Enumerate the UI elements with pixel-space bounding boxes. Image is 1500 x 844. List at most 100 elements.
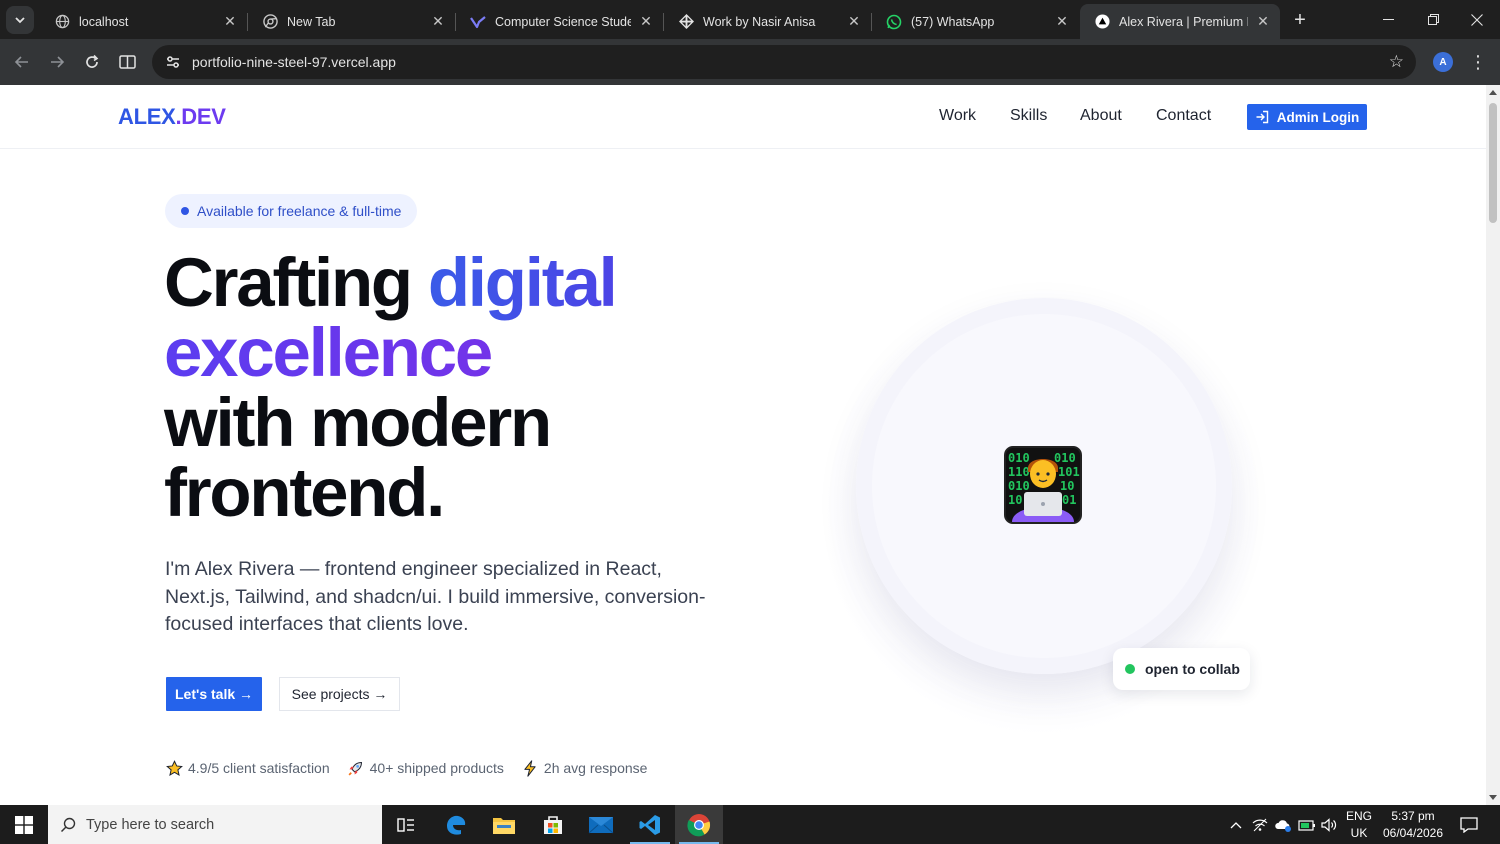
plus-icon: +	[1294, 8, 1306, 31]
logo-part-1: ALEX	[118, 104, 176, 129]
minimize-icon	[1382, 19, 1394, 20]
notifications-icon[interactable]	[1455, 805, 1483, 844]
taskbar-vscode[interactable]	[626, 805, 674, 844]
page-scrollbar[interactable]	[1486, 85, 1500, 805]
taskbar-chrome[interactable]	[675, 805, 723, 844]
vscode-icon	[639, 814, 660, 835]
close-icon[interactable]: ✕	[1053, 13, 1071, 31]
scroll-up-arrow-icon[interactable]	[1489, 90, 1497, 95]
see-projects-button[interactable]: See projects →	[279, 677, 400, 711]
stat-text: 2h avg response	[543, 760, 648, 776]
taskbar-search-placeholder: Type here to search	[86, 816, 215, 833]
tab-work-by-nasir-anisa[interactable]: Work by Nasir Anisa ✕	[664, 4, 872, 39]
arrow-right-icon	[51, 56, 65, 68]
volume-icon[interactable]	[1318, 805, 1340, 844]
split-view-button[interactable]	[113, 48, 141, 76]
nav-link-work[interactable]: Work	[939, 107, 976, 125]
tab-title: Computer Science Student	[495, 14, 631, 29]
arrow-left-icon	[14, 56, 28, 68]
clock-time: 5:37 pm	[1391, 809, 1435, 823]
close-icon[interactable]: ✕	[1254, 13, 1272, 31]
nav-link-contact[interactable]: Contact	[1156, 107, 1211, 125]
close-icon	[1471, 13, 1483, 26]
admin-login-button[interactable]: Admin Login	[1247, 104, 1367, 130]
stat-response-time: 2h avg response	[521, 759, 648, 777]
login-icon	[1255, 110, 1269, 124]
svg-text:010: 010	[1008, 451, 1030, 465]
task-view-icon	[397, 817, 414, 832]
onedrive-icon[interactable]	[1272, 805, 1294, 844]
tab-localhost[interactable]: localhost ✕	[40, 4, 248, 39]
mail-icon	[588, 816, 614, 833]
tab-alex-rivera[interactable]: Alex Rivera | Premium Fron ✕	[1080, 4, 1280, 39]
svg-text:010: 010	[1008, 479, 1030, 493]
close-icon[interactable]: ✕	[637, 13, 655, 31]
system-clock[interactable]: 5:37 pm 06/04/2026	[1376, 808, 1450, 842]
close-icon[interactable]: ✕	[429, 13, 447, 31]
clock-date: 06/04/2026	[1382, 826, 1444, 840]
new-tab-button[interactable]: +	[1288, 8, 1312, 32]
globe-icon	[54, 14, 70, 30]
back-button[interactable]	[8, 48, 36, 76]
tab-title: New Tab	[287, 14, 336, 29]
whatsapp-icon	[886, 14, 902, 30]
split-view-icon	[118, 55, 136, 69]
collab-text: open to collab	[1145, 661, 1240, 677]
tab-search-button[interactable]	[6, 6, 34, 34]
language-line2: UK	[1350, 826, 1368, 840]
store-icon	[544, 815, 562, 834]
taskbar-search-box[interactable]: Type here to search	[48, 805, 382, 844]
close-icon[interactable]: ✕	[845, 13, 863, 31]
windows-taskbar: Type here to search ENG UK 5:37 pm 06/04…	[0, 805, 1500, 844]
nav-link-about[interactable]: About	[1080, 107, 1122, 125]
reload-button[interactable]	[78, 48, 106, 76]
open-to-collab-badge: open to collab	[1113, 648, 1250, 690]
restore-icon	[1427, 14, 1439, 25]
task-view-button[interactable]	[382, 805, 430, 844]
tab-new-tab[interactable]: New Tab ✕	[248, 4, 456, 39]
hero-title-line2-accent: excellence	[164, 318, 616, 388]
close-icon[interactable]: ✕	[221, 13, 239, 31]
windows-logo-icon	[14, 815, 33, 834]
hero-title: Crafting digital excellence with modern …	[164, 248, 618, 528]
minimize-button[interactable]	[1365, 0, 1411, 39]
logo-part-3: DEV	[181, 104, 226, 129]
bookmark-star-icon[interactable]: ☆	[1389, 52, 1404, 72]
tab-computer-science-student[interactable]: Computer Science Student ✕	[456, 4, 664, 39]
availability-dot	[181, 207, 189, 215]
chrome-icon	[687, 813, 711, 836]
url-text: portfolio-nine-steel-97.vercel.app	[192, 54, 396, 70]
nav-link-skills[interactable]: Skills	[1010, 107, 1047, 125]
site-logo[interactable]: ALEX.DEV	[118, 104, 226, 130]
stat-text: 4.9/5 client satisfaction	[188, 760, 330, 776]
restore-button[interactable]	[1410, 0, 1456, 39]
language-indicator[interactable]: ENG UK	[1344, 808, 1374, 842]
tab-whatsapp[interactable]: (57) WhatsApp ✕	[872, 4, 1079, 39]
battery-icon[interactable]	[1296, 805, 1318, 844]
scrollbar-thumb[interactable]	[1489, 103, 1497, 223]
hero-description: I'm Alex Rivera — frontend engineer spec…	[165, 558, 706, 635]
taskbar-file-explorer[interactable]	[480, 805, 528, 844]
address-bar[interactable]: portfolio-nine-steel-97.vercel.app ☆	[152, 45, 1416, 79]
scroll-down-arrow-icon[interactable]	[1489, 795, 1497, 800]
taskbar-mail[interactable]	[577, 805, 625, 844]
browser-menu-icon[interactable]: ⋮	[1469, 50, 1487, 74]
taskbar-edge[interactable]	[432, 805, 480, 844]
svg-text:110: 110	[1008, 465, 1030, 479]
tab-title: Work by Nasir Anisa	[703, 14, 816, 29]
chrome-icon	[262, 14, 278, 30]
taskbar-store[interactable]	[529, 805, 577, 844]
availability-text: Available for freelance & full-time	[197, 203, 402, 219]
svg-text:101: 101	[1058, 465, 1080, 479]
star-icon	[165, 759, 183, 777]
close-window-button[interactable]	[1454, 0, 1500, 39]
network-icon[interactable]	[1250, 805, 1270, 844]
site-info-icon[interactable]	[162, 51, 184, 73]
svg-text:010: 010	[1054, 451, 1076, 465]
lets-talk-button[interactable]: Let's talk →	[166, 677, 262, 711]
profile-avatar[interactable]: A	[1433, 52, 1453, 72]
svg-text:01: 01	[1062, 493, 1076, 507]
start-button[interactable]	[0, 805, 47, 844]
forward-button[interactable]	[43, 48, 71, 76]
tray-show-hidden-icon[interactable]	[1226, 805, 1246, 844]
